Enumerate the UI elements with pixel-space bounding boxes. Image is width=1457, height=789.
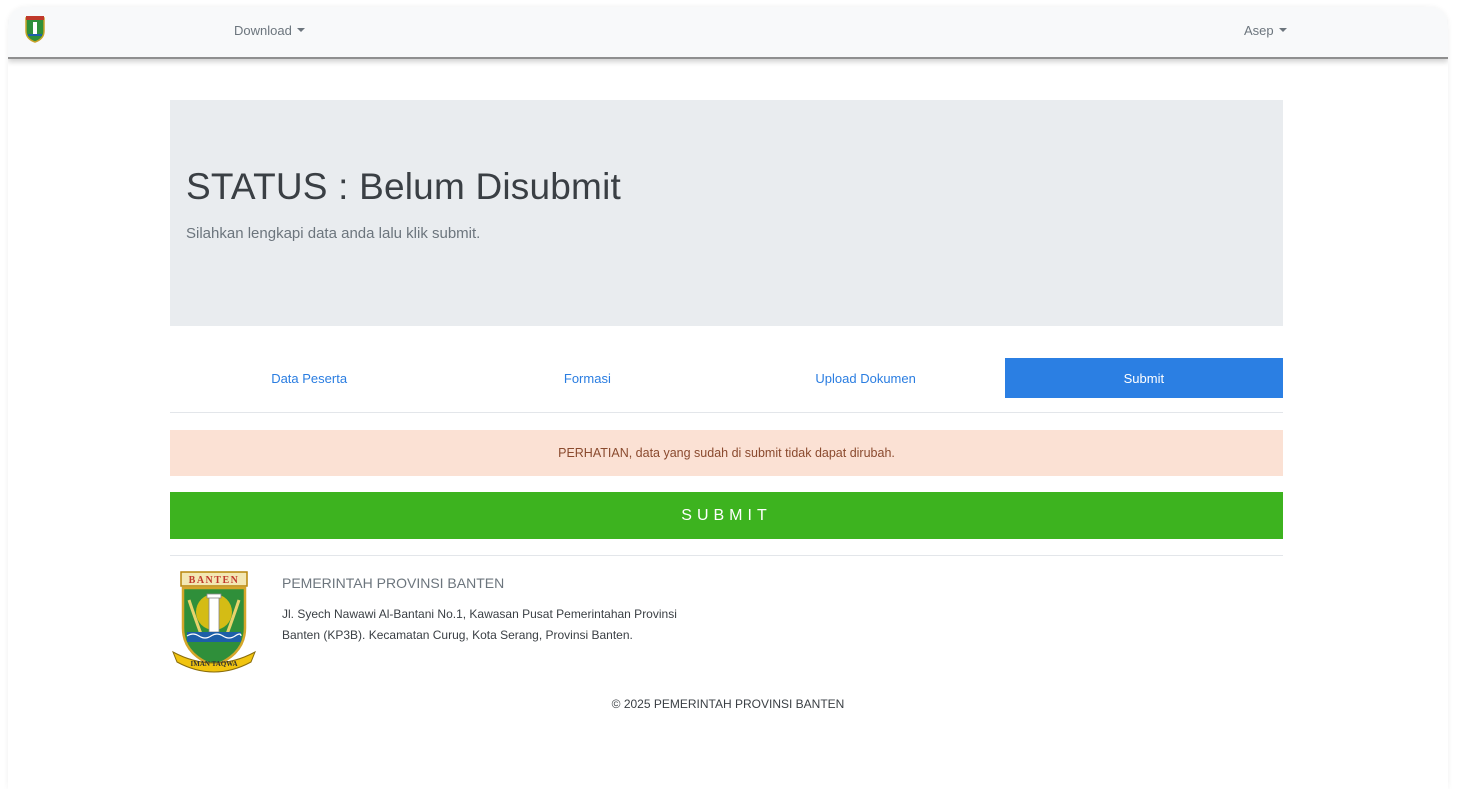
user-dropdown[interactable]: Asep <box>1244 23 1287 38</box>
download-label: Download <box>234 23 292 38</box>
status-subtitle: Silahkan lengkapi data anda lalu klik su… <box>186 225 481 242</box>
divider <box>170 412 1283 413</box>
submit-button[interactable]: SUBMIT <box>170 492 1283 539</box>
download-dropdown[interactable]: Download <box>234 23 305 38</box>
tab-data-peserta[interactable]: Data Peserta <box>170 358 448 398</box>
tab-submit[interactable]: Submit <box>1004 358 1283 398</box>
divider <box>170 555 1283 556</box>
tab-upload-dokumen[interactable]: Upload Dokumen <box>727 358 1005 398</box>
banten-emblem-icon[interactable] <box>24 15 46 43</box>
caret-down-icon <box>1278 28 1287 32</box>
banten-emblem-logo: BANTEN IMAN TAQWA <box>172 571 256 673</box>
user-label: Asep <box>1244 23 1274 38</box>
app-window: Download Asep STATUS : Belum Disubmit Si… <box>8 7 1448 789</box>
warning-alert: PERHATIAN, data yang sudah di submit tid… <box>170 430 1283 476</box>
status-title: STATUS : Belum Disubmit <box>186 166 621 207</box>
svg-text:BANTEN: BANTEN <box>189 575 240 586</box>
svg-text:IMAN TAQWA: IMAN TAQWA <box>191 660 238 668</box>
tab-formasi[interactable]: Formasi <box>448 358 726 398</box>
warning-alert-text: PERHATIAN, data yang sudah di submit tid… <box>558 446 895 460</box>
status-panel: STATUS : Belum Disubmit Silahkan lengkap… <box>170 100 1283 326</box>
footer-org-name: PEMERINTAH PROVINSI BANTEN <box>282 575 505 591</box>
top-navbar: Download Asep <box>8 7 1448 59</box>
step-tabs: Data Peserta Formasi Upload Dokumen Subm… <box>170 358 1283 398</box>
footer-address: Jl. Syech Nawawi Al-Bantani No.1, Kawasa… <box>282 607 677 642</box>
copyright-text: © 2025 PEMERINTAH PROVINSI BANTEN <box>611 697 845 711</box>
caret-down-icon <box>296 28 305 32</box>
